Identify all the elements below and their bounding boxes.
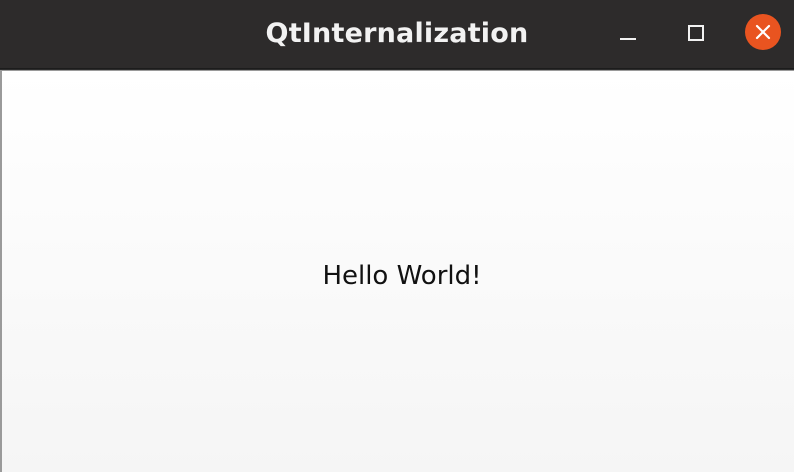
hello-label: Hello World! bbox=[322, 261, 482, 291]
minimize-icon bbox=[620, 38, 636, 40]
app-window: QtInternalization Hello World! bbox=[0, 0, 794, 472]
maximize-icon bbox=[688, 25, 704, 41]
close-icon bbox=[745, 14, 781, 50]
maximize-button[interactable] bbox=[676, 14, 716, 54]
main-content-area: Hello World! bbox=[0, 70, 794, 472]
close-button[interactable] bbox=[743, 14, 783, 54]
title-bar[interactable]: QtInternalization bbox=[0, 0, 794, 69]
minimize-button[interactable] bbox=[608, 14, 648, 54]
window-title: QtInternalization bbox=[265, 18, 529, 49]
